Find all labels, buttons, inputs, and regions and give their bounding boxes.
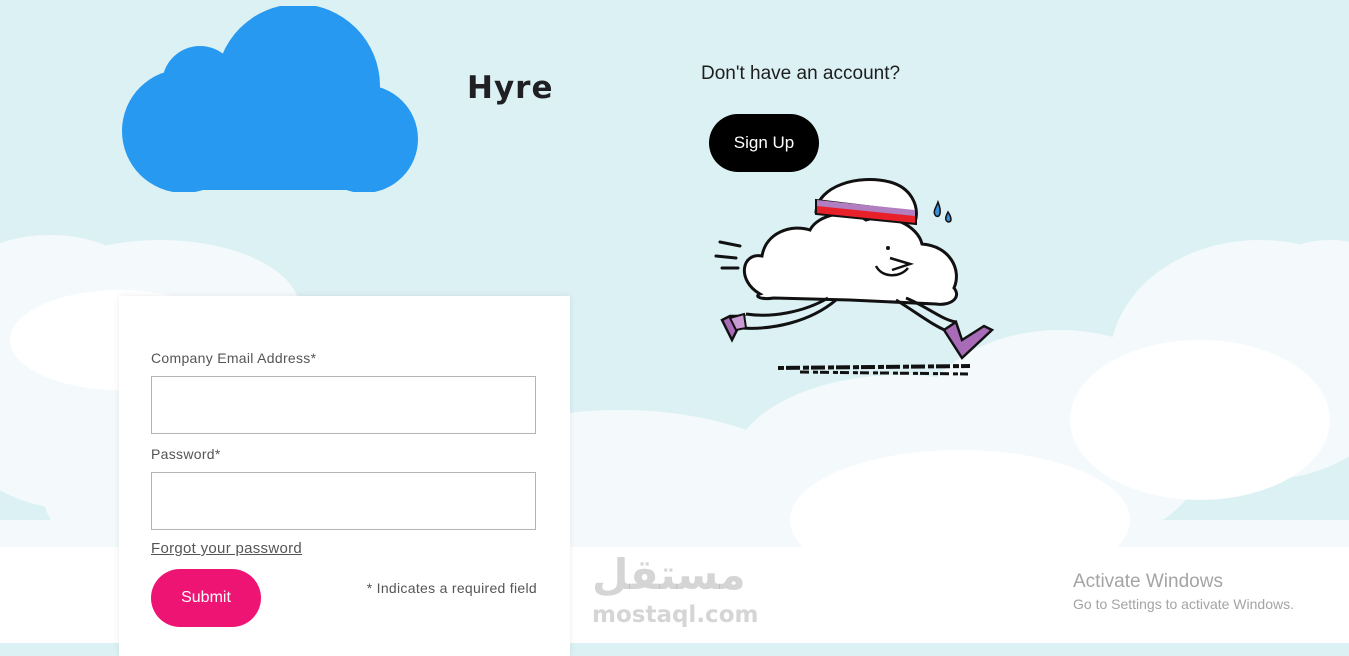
submit-button[interactable]: Submit	[151, 569, 261, 627]
cloud-logo-icon[interactable]	[118, 6, 420, 192]
password-label: Password*	[151, 446, 221, 462]
brand-name: Hyre	[467, 70, 554, 106]
signup-prompt: Don't have an account?	[701, 63, 901, 84]
mostaql-watermark-latin: mostaql.com	[592, 602, 759, 628]
sign-up-button[interactable]: Sign Up	[709, 114, 819, 172]
email-label: Company Email Address*	[151, 350, 317, 366]
running-cloud-mascot	[714, 178, 995, 376]
login-card: Company Email Address* Password* Forgot …	[119, 296, 570, 656]
activate-windows-title: Activate Windows	[1073, 571, 1223, 592]
password-field[interactable]	[151, 472, 536, 530]
activate-windows-subtitle: Go to Settings to activate Windows.	[1073, 596, 1294, 612]
required-field-note: * Indicates a required field	[366, 580, 537, 596]
forgot-password-link[interactable]: Forgot your password	[151, 540, 302, 557]
mostaql-watermark-arabic: مستقل	[592, 550, 746, 599]
email-field[interactable]	[151, 376, 536, 434]
